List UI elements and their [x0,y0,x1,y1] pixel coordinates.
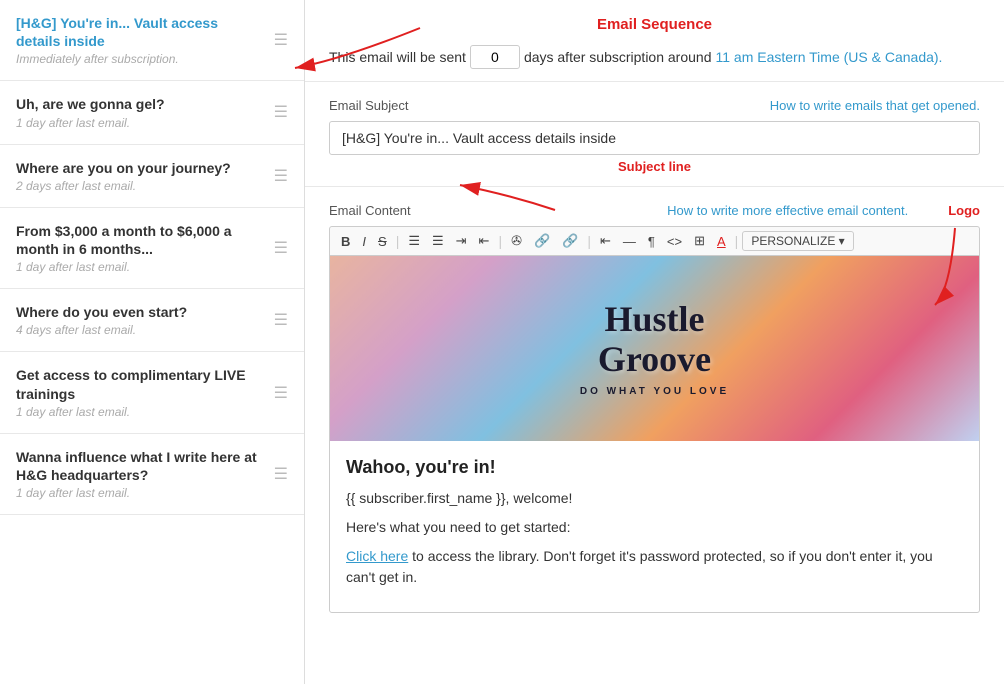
send-timing-suffix: days after subscription around [524,49,712,65]
sidebar-item-title-1: [H&G] You're in... Vault access details … [16,14,266,50]
email-para-3-text: to access the library. Don't forget it's… [346,548,933,585]
hero-tagline: DO WHAT YOU LOVE [580,386,729,397]
sidebar-item-3[interactable]: Where are you on your journey? 2 days aft… [0,145,304,208]
content-help-link[interactable]: How to write more effective email conten… [667,203,908,218]
hr-button[interactable]: — [618,232,641,251]
fontcolor-button[interactable]: A [712,232,731,251]
sidebar-item-subtitle-6: 1 day after last email. [16,405,266,419]
drag-handle-5[interactable]: ☰ [274,310,288,330]
sidebar-item-6[interactable]: Get access to complimentary LIVE trainin… [0,352,304,433]
subject-label: Email Subject [329,98,408,113]
logo-annotation: Logo [948,203,980,218]
email-hero-image: Hustle Groove DO WHAT YOU LOVE [330,256,979,441]
click-here-link[interactable]: Click here [346,548,408,564]
ol-button[interactable]: ☰ [427,231,449,251]
personalize-button[interactable]: PERSONALIZE ▾ [742,231,853,251]
unlink-button[interactable]: 🔗 [557,231,583,251]
email-sequence-label: Email Sequence [329,16,980,33]
email-content-section: Email Content How to write more effectiv… [305,187,1004,613]
toolbar-sep-1: | [396,233,400,249]
drag-handle-2[interactable]: ☰ [274,102,288,122]
toolbar-sep-4: | [735,233,739,249]
sidebar-item-content-1: [H&G] You're in... Vault access details … [16,14,266,66]
sidebar-item-title-5: Where do you even start? [16,303,266,321]
email-para-3: Click here to access the library. Don't … [346,546,963,588]
email-heading: Wahoo, you're in! [346,457,963,478]
send-timing-prefix: This email will be sent [329,49,466,65]
sidebar-item-subtitle-4: 1 day after last email. [16,260,266,274]
sidebar-item-subtitle-3: 2 days after last email. [16,179,266,193]
email-sequence-sidebar: [H&G] You're in... Vault access details … [0,0,305,684]
sidebar-item-5[interactable]: Where do you even start? 4 days after las… [0,289,304,352]
sidebar-item-content-4: From $3,000 a month to $6,000 a month in… [16,222,266,274]
indent-button[interactable]: ⇥ [451,231,472,251]
main-panel: Email Sequence This email will be sent d… [305,0,1004,684]
subject-header: Email Subject How to write emails that g… [329,98,980,113]
link-button[interactable]: 🔗 [529,231,555,251]
email-subject-section: Email Subject How to write emails that g… [305,82,1004,187]
sidebar-item-subtitle-2: 1 day after last email. [16,116,266,130]
sidebar-item-title-7: Wanna influence what I write here at H&G… [16,448,266,484]
strikethrough-button[interactable]: S [373,232,392,251]
sidebar-item-subtitle-1: Immediately after subscription. [16,52,266,66]
email-para-1: {{ subscriber.first_name }}, welcome! [346,488,963,509]
sidebar-item-content-2: Uh, are we gonna gel? 1 day after last em… [16,95,266,129]
subject-help-link[interactable]: How to write emails that get opened. [770,98,980,113]
toolbar-sep-2: | [498,233,502,249]
sidebar-item-content-6: Get access to complimentary LIVE trainin… [16,366,266,418]
image-button[interactable]: ✇ [506,231,527,251]
sidebar-item-7[interactable]: Wanna influence what I write here at H&G… [0,434,304,515]
hero-logo: Hustle Groove [598,300,711,379]
sidebar-item-4[interactable]: From $3,000 a month to $6,000 a month in… [0,208,304,289]
italic-button[interactable]: I [357,232,371,251]
sidebar-item-content-3: Where are you on your journey? 2 days aft… [16,159,266,193]
sidebar-item-1[interactable]: [H&G] You're in... Vault access details … [0,0,304,81]
days-input[interactable] [470,45,520,69]
send-timing-row: This email will be sent days after subsc… [329,45,980,69]
send-timing-time: 11 am Eastern Time (US & Canada). [716,49,943,65]
email-toolbar: B I S | ☰ ☰ ⇥ ⇤ | ✇ 🔗 🔗 | ⇤ — ¶ <> ⊞ A |… [329,226,980,255]
code-button[interactable]: <> [662,232,687,251]
bold-button[interactable]: B [336,232,355,251]
sidebar-item-2[interactable]: Uh, are we gonna gel? 1 day after last em… [0,81,304,144]
drag-handle-3[interactable]: ☰ [274,166,288,186]
sidebar-item-subtitle-5: 4 days after last email. [16,323,266,337]
table-button[interactable]: ⊞ [689,231,710,251]
sidebar-item-title-3: Where are you on your journey? [16,159,266,177]
drag-handle-7[interactable]: ☰ [274,464,288,484]
toolbar-sep-3: | [587,233,591,249]
para-button[interactable]: ¶ [643,232,660,251]
sidebar-item-title-6: Get access to complimentary LIVE trainin… [16,366,266,402]
email-para-2: Here's what you need to get started: [346,517,963,538]
sidebar-item-content-7: Wanna influence what I write here at H&G… [16,448,266,500]
subject-input-area [329,121,980,155]
sidebar-item-subtitle-7: 1 day after last email. [16,486,266,500]
align-button[interactable]: ⇤ [595,231,616,251]
sidebar-item-content-5: Where do you even start? 4 days after las… [16,303,266,337]
outdent-button[interactable]: ⇤ [474,231,495,251]
sidebar-item-title-2: Uh, are we gonna gel? [16,95,266,113]
content-label: Email Content [329,203,411,218]
drag-handle-1[interactable]: ☰ [274,30,288,50]
ul-button[interactable]: ☰ [403,231,425,251]
sidebar-item-title-4: From $3,000 a month to $6,000 a month in… [16,222,266,258]
email-body[interactable]: Hustle Groove DO WHAT YOU LOVE Wahoo, yo… [329,255,980,613]
drag-handle-6[interactable]: ☰ [274,383,288,403]
email-sequence-header: Email Sequence This email will be sent d… [305,0,1004,82]
email-text-content: Wahoo, you're in! {{ subscriber.first_na… [330,441,979,612]
subject-input[interactable] [329,121,980,155]
content-header: Email Content How to write more effectiv… [329,203,980,218]
subject-line-annotation-area: Subject line [329,159,980,174]
subject-line-label: Subject line [618,159,691,174]
drag-handle-4[interactable]: ☰ [274,238,288,258]
